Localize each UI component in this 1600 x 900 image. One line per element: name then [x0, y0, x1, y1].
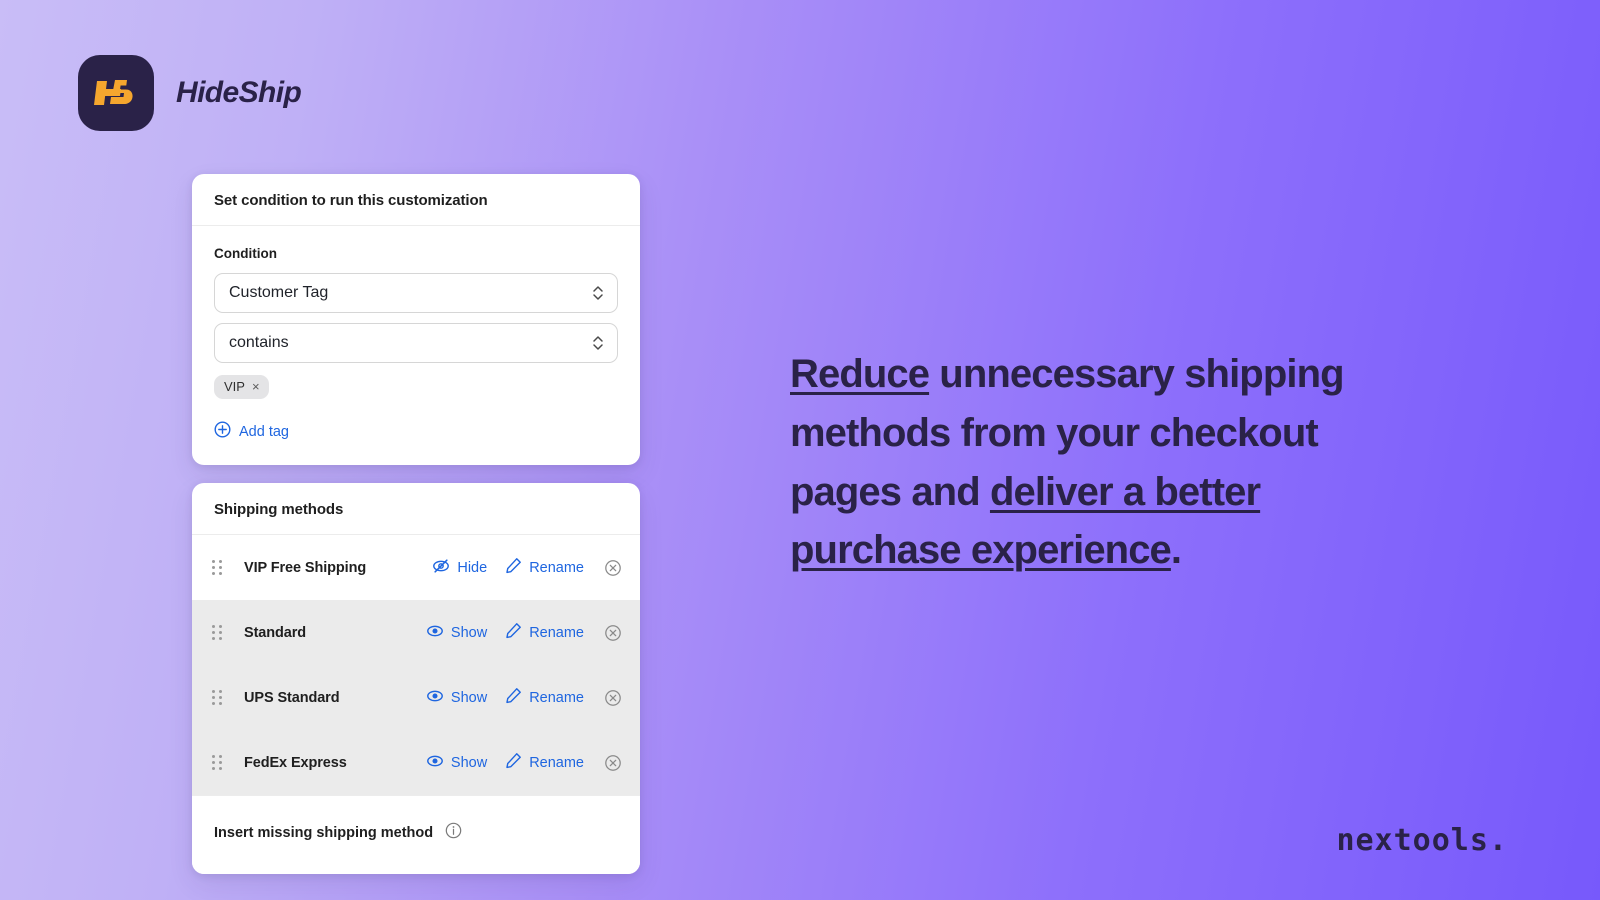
show-button[interactable]: Show	[426, 687, 487, 709]
remove-method-button[interactable]	[604, 689, 622, 707]
app-panel: Set condition to run this customization …	[192, 174, 640, 874]
condition-card-title: Set condition to run this customization	[192, 174, 640, 226]
drag-handle-icon[interactable]	[212, 625, 228, 640]
remove-method-button[interactable]	[604, 754, 622, 772]
rename-button[interactable]: Rename	[505, 687, 584, 708]
shipping-method-name: Standard	[244, 624, 307, 641]
plus-circle-icon	[214, 421, 231, 442]
tag-chip-label: VIP	[224, 379, 245, 394]
eye-icon	[426, 687, 444, 709]
tag-remove-icon[interactable]: ×	[252, 380, 260, 393]
eye-off-icon	[432, 557, 450, 579]
headline-part-4: .	[1170, 528, 1182, 573]
insert-missing-method-label: Insert missing shipping method	[214, 825, 434, 841]
condition-subject-select[interactable]: Customer Tag	[214, 273, 618, 313]
rename-button[interactable]: Rename	[505, 622, 584, 643]
brand-name: HideShip	[176, 76, 302, 109]
close-circle-icon	[605, 624, 621, 641]
condition-operator-select[interactable]: contains	[214, 323, 618, 363]
drag-handle-icon[interactable]	[212, 560, 228, 575]
tag-chip[interactable]: VIP ×	[214, 375, 269, 399]
tag-list: VIP ×	[214, 375, 618, 399]
shipping-method-name: VIP Free Shipping	[244, 559, 367, 576]
table-row[interactable]: FedEx Express Show Rename	[192, 730, 640, 795]
hide-button[interactable]: Hide	[432, 557, 487, 579]
show-label: Show	[450, 624, 488, 641]
condition-field-label: Condition	[214, 246, 277, 261]
shipping-methods-card: Shipping methods VIP Free Shipping Hide …	[192, 483, 640, 874]
rename-label: Rename	[529, 624, 584, 641]
eye-icon	[426, 622, 444, 644]
show-button[interactable]: Show	[426, 622, 487, 644]
close-circle-icon	[605, 689, 621, 706]
insert-missing-method-row[interactable]: Insert missing shipping method	[192, 795, 640, 874]
nextools-logo: nextools.	[1336, 823, 1508, 858]
show-button[interactable]: Show	[426, 752, 487, 774]
chevron-updown-icon	[592, 333, 604, 353]
rename-button[interactable]: Rename	[505, 752, 584, 773]
rename-label: Rename	[529, 689, 584, 706]
drag-handle-icon[interactable]	[212, 755, 228, 770]
close-circle-icon	[605, 559, 621, 576]
eye-icon	[426, 752, 444, 774]
show-label: Show	[450, 689, 488, 706]
rename-label: Rename	[529, 754, 584, 771]
add-tag-button[interactable]: Add tag	[214, 421, 289, 442]
rename-label: Rename	[529, 559, 584, 576]
condition-operator-value: contains	[229, 334, 289, 351]
hide-label: Hide	[457, 559, 488, 576]
condition-subject-value: Customer Tag	[229, 284, 329, 301]
brand-lockup: HideShip	[78, 55, 302, 131]
hideship-logo-icon	[78, 55, 154, 131]
remove-method-button[interactable]	[604, 559, 622, 577]
shipping-method-name: FedEx Express	[244, 754, 347, 771]
rename-button[interactable]: Rename	[505, 557, 584, 578]
shipping-card-title: Shipping methods	[192, 483, 640, 535]
pencil-icon	[505, 557, 522, 578]
table-row[interactable]: VIP Free Shipping Hide Rename	[192, 535, 640, 600]
condition-card: Set condition to run this customization …	[192, 174, 640, 465]
headline-part-1: Reduce	[790, 352, 930, 396]
show-label: Show	[450, 754, 488, 771]
table-row[interactable]: Standard Show Rename	[192, 600, 640, 665]
pencil-icon	[505, 752, 522, 773]
pencil-icon	[505, 687, 522, 708]
remove-method-button[interactable]	[604, 624, 622, 642]
page-title: Reduce unnecessary shipping methods from…	[790, 345, 1430, 580]
shipping-method-list: VIP Free Shipping Hide Rename Standard S…	[192, 535, 640, 795]
shipping-method-name: UPS Standard	[244, 689, 340, 706]
add-tag-label: Add tag	[239, 423, 289, 440]
close-circle-icon	[605, 754, 621, 771]
drag-handle-icon[interactable]	[212, 690, 228, 705]
info-circle-icon[interactable]	[445, 822, 462, 844]
pencil-icon	[505, 622, 522, 643]
chevron-updown-icon	[592, 283, 604, 303]
table-row[interactable]: UPS Standard Show Rename	[192, 665, 640, 730]
